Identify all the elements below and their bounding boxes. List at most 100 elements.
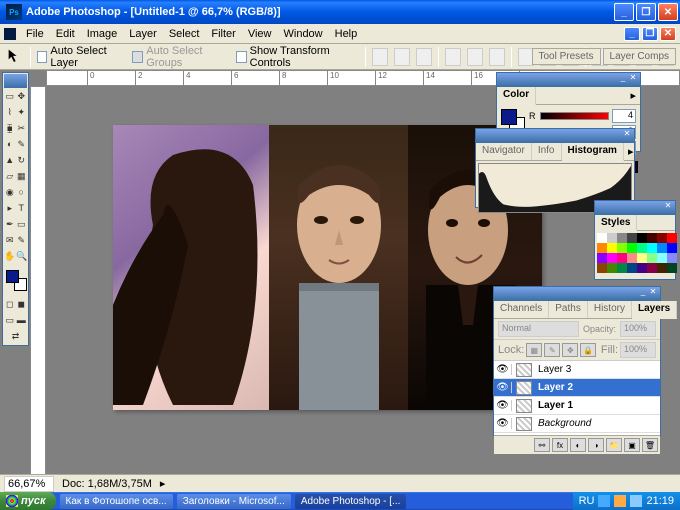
layer-style-icon[interactable]: fx: [552, 438, 568, 452]
tray-icon[interactable]: [598, 495, 610, 507]
layer-thumbnail[interactable]: [516, 417, 532, 431]
swatch[interactable]: [617, 243, 627, 253]
menu-file[interactable]: File: [20, 26, 50, 42]
info-tab[interactable]: Info: [532, 143, 562, 160]
swatch[interactable]: [597, 233, 607, 243]
lock-all-icon[interactable]: 🔒: [580, 343, 596, 357]
menu-help[interactable]: Help: [329, 26, 364, 42]
panel-close-icon[interactable]: ✕: [628, 73, 638, 83]
swatch[interactable]: [607, 243, 617, 253]
layer-row[interactable]: 👁 Layer 3: [494, 361, 660, 379]
doc-close-button[interactable]: ✕: [660, 27, 676, 41]
panel-menu-icon[interactable]: ▸: [626, 87, 640, 104]
menu-image[interactable]: Image: [81, 26, 124, 42]
gradient-tool[interactable]: ▦: [16, 168, 28, 184]
swatch[interactable]: [617, 263, 627, 273]
swatch[interactable]: [647, 243, 657, 253]
marquee-tool[interactable]: ▭: [4, 88, 16, 104]
swatch[interactable]: [617, 253, 627, 263]
taskbar-item[interactable]: Заголовки - Microsof...: [177, 494, 291, 509]
stamp-tool[interactable]: ▲: [4, 152, 16, 168]
swatch[interactable]: [647, 263, 657, 273]
histogram-titlebar[interactable]: ✕: [476, 129, 634, 143]
fullscreen-icon[interactable]: ▬: [16, 312, 28, 328]
visibility-icon[interactable]: 👁: [494, 364, 512, 375]
lock-transparency-icon[interactable]: ▦: [526, 343, 542, 357]
layer-thumbnail[interactable]: [516, 399, 532, 413]
system-tray[interactable]: RU 21:19: [573, 492, 680, 510]
lock-position-icon[interactable]: ✥: [562, 343, 578, 357]
panel-close-icon[interactable]: ✕: [622, 129, 632, 139]
blur-tool[interactable]: ◉: [4, 184, 16, 200]
history-tab[interactable]: History: [588, 301, 632, 318]
swatch[interactable]: [627, 243, 637, 253]
visibility-icon[interactable]: 👁: [494, 418, 512, 429]
swatch[interactable]: [607, 263, 617, 273]
align-vcenter-icon[interactable]: [394, 48, 410, 66]
menu-filter[interactable]: Filter: [205, 26, 241, 42]
histogram-tab[interactable]: Histogram: [562, 143, 624, 161]
color-swatches[interactable]: [4, 268, 27, 296]
tool-presets-tab[interactable]: Tool Presets: [532, 48, 601, 65]
slice-tool[interactable]: ✂: [16, 120, 28, 136]
swatch[interactable]: [667, 233, 677, 243]
visibility-icon[interactable]: 👁: [494, 400, 512, 411]
wand-tool[interactable]: ✦: [16, 104, 28, 120]
red-value[interactable]: 4: [612, 109, 636, 123]
lasso-tool[interactable]: ⌇: [4, 104, 16, 120]
volume-icon[interactable]: [630, 495, 642, 507]
maximize-button[interactable]: ❐: [636, 3, 656, 21]
red-slider[interactable]: [540, 112, 609, 120]
show-transform-checkbox[interactable]: Show Transform Controls: [236, 45, 359, 69]
blend-mode-select[interactable]: Normal: [498, 321, 579, 337]
color-panel-titlebar[interactable]: _ ✕: [497, 73, 640, 87]
panel-minimize-icon[interactable]: _: [618, 73, 628, 83]
close-button[interactable]: ✕: [658, 3, 678, 21]
menu-view[interactable]: View: [242, 26, 278, 42]
type-tool[interactable]: T: [16, 200, 28, 216]
swatch[interactable]: [637, 233, 647, 243]
panel-close-icon[interactable]: ✕: [663, 201, 673, 211]
foreground-color[interactable]: [6, 270, 19, 283]
taskbar-item[interactable]: Adobe Photoshop - [...: [295, 494, 407, 509]
auto-select-groups-checkbox[interactable]: Auto Select Groups: [132, 45, 229, 69]
layer-name[interactable]: Layer 1: [536, 400, 660, 411]
paths-tab[interactable]: Paths: [549, 301, 588, 318]
swatch[interactable]: [627, 263, 637, 273]
layer-group-icon[interactable]: 📁: [606, 438, 622, 452]
imageready-icon[interactable]: ⇄: [4, 328, 27, 344]
swatch[interactable]: [667, 253, 677, 263]
shape-tool[interactable]: ▭: [16, 216, 28, 232]
link-layers-icon[interactable]: ⚯: [534, 438, 550, 452]
adjustment-layer-icon[interactable]: ◑: [588, 438, 604, 452]
clock[interactable]: 21:19: [646, 495, 674, 507]
opacity-input[interactable]: 100%: [620, 321, 656, 337]
swatch[interactable]: [647, 253, 657, 263]
delete-layer-icon[interactable]: 🗑: [642, 438, 658, 452]
swatch[interactable]: [607, 233, 617, 243]
styles-tab[interactable]: Styles: [595, 215, 637, 231]
move-tool[interactable]: ✥: [16, 88, 28, 104]
swatch[interactable]: [647, 233, 657, 243]
swatch[interactable]: [627, 233, 637, 243]
swatch[interactable]: [607, 253, 617, 263]
align-bottom-icon[interactable]: [416, 48, 432, 66]
menu-select[interactable]: Select: [163, 26, 206, 42]
swatch[interactable]: [637, 253, 647, 263]
layer-row[interactable]: 👁Layer 2: [494, 379, 660, 397]
layer-name[interactable]: Layer 3: [536, 364, 660, 375]
layer-mask-icon[interactable]: ◐: [570, 438, 586, 452]
navigator-tab[interactable]: Navigator: [476, 143, 532, 160]
swatch[interactable]: [597, 253, 607, 263]
menu-edit[interactable]: Edit: [50, 26, 81, 42]
pen-tool[interactable]: ✒: [4, 216, 16, 232]
swatch[interactable]: [637, 263, 647, 273]
swatch[interactable]: [667, 243, 677, 253]
taskbar-item[interactable]: Как в Фотошопе осв...: [60, 494, 173, 509]
path-tool[interactable]: ▸: [4, 200, 16, 216]
swatch[interactable]: [657, 253, 667, 263]
swatches-titlebar[interactable]: ✕: [595, 201, 675, 215]
swatch[interactable]: [627, 253, 637, 263]
zoom-tool[interactable]: 🔍: [16, 248, 28, 264]
toolbox-titlebar[interactable]: [4, 74, 27, 88]
